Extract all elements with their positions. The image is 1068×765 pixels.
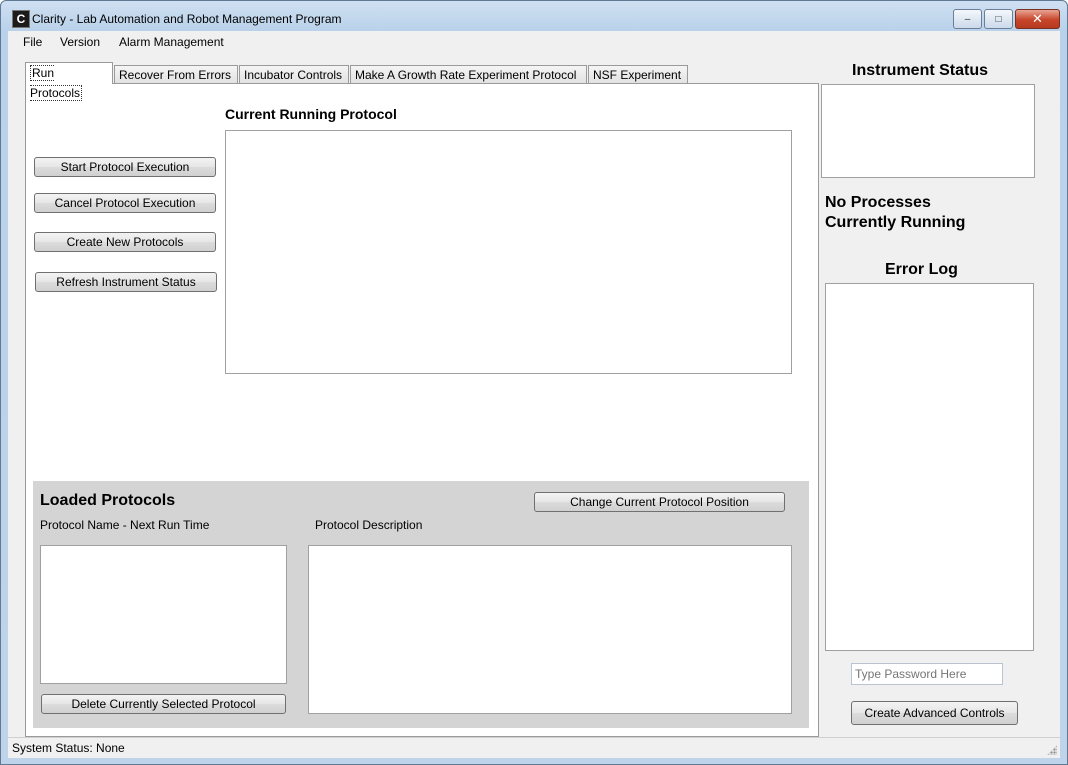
current-running-protocol-box[interactable] xyxy=(225,130,792,374)
loaded-protocols-title: Loaded Protocols xyxy=(40,492,176,509)
protocol-name-list[interactable] xyxy=(40,545,287,684)
error-log-title: Error Log xyxy=(885,261,958,278)
menu-version[interactable]: Version xyxy=(60,35,100,49)
tab-recover-from-errors[interactable]: Recover From Errors xyxy=(114,65,238,83)
create-new-protocols-button[interactable]: Create New Protocols xyxy=(34,232,216,252)
processes-status-line2: Currently Running xyxy=(825,214,966,231)
tab-recover-from-errors-label: Recover From Errors xyxy=(119,68,232,82)
menu-file[interactable]: File xyxy=(23,35,42,49)
minimize-button[interactable]: – xyxy=(953,9,982,29)
close-icon: ✕ xyxy=(1032,11,1043,26)
password-input[interactable] xyxy=(851,663,1003,685)
maximize-icon: □ xyxy=(995,13,1002,25)
tab-nsf-experiment-label: NSF Experiment xyxy=(593,68,682,82)
menu-bar: File Version Alarm Management xyxy=(8,31,1060,53)
client-area: File Version Alarm Management Run Protoc… xyxy=(8,31,1060,758)
menu-alarm-management[interactable]: Alarm Management xyxy=(119,35,224,49)
resize-grip-icon[interactable] xyxy=(1047,745,1057,755)
change-protocol-position-button[interactable]: Change Current Protocol Position xyxy=(534,492,785,512)
cancel-protocol-button[interactable]: Cancel Protocol Execution xyxy=(34,193,216,213)
delete-selected-protocol-button[interactable]: Delete Currently Selected Protocol xyxy=(41,694,286,714)
current-running-protocol-label: Current Running Protocol xyxy=(225,106,397,122)
instrument-status-box xyxy=(821,84,1035,178)
tab-run-protocols[interactable]: Run Protocols xyxy=(25,62,113,101)
start-protocol-button[interactable]: Start Protocol Execution xyxy=(34,157,216,177)
protocol-description-label: Protocol Description xyxy=(315,518,423,532)
protocol-description-box[interactable] xyxy=(308,545,792,714)
tab-growth-rate-experiment-label: Make A Growth Rate Experiment Protocol xyxy=(355,68,577,82)
app-logo-icon: C xyxy=(12,10,30,28)
minimize-icon: – xyxy=(964,13,971,25)
create-advanced-controls-button[interactable]: Create Advanced Controls xyxy=(851,701,1018,725)
window-controls: – □ ✕ xyxy=(951,9,1060,29)
error-log-box[interactable] xyxy=(825,283,1034,651)
maximize-button[interactable]: □ xyxy=(984,9,1013,29)
processes-status-line1: No Processes xyxy=(825,194,931,211)
tab-incubator-controls[interactable]: Incubator Controls xyxy=(239,65,349,83)
refresh-instrument-status-button[interactable]: Refresh Instrument Status xyxy=(35,272,217,292)
close-button[interactable]: ✕ xyxy=(1015,9,1060,29)
tab-growth-rate-experiment[interactable]: Make A Growth Rate Experiment Protocol xyxy=(350,65,587,83)
window-title: Clarity - Lab Automation and Robot Manag… xyxy=(32,12,342,26)
protocol-name-column-label: Protocol Name - Next Run Time xyxy=(40,518,210,532)
tab-incubator-controls-label: Incubator Controls xyxy=(244,68,343,82)
system-status-text: System Status: None xyxy=(12,741,125,755)
tab-run-protocols-label: Run Protocols xyxy=(30,65,83,101)
instrument-status-title: Instrument Status xyxy=(852,62,989,79)
status-bar: System Status: None xyxy=(8,737,1060,758)
app-window: C Clarity - Lab Automation and Robot Man… xyxy=(0,0,1068,765)
tab-nsf-experiment[interactable]: NSF Experiment xyxy=(588,65,688,83)
title-bar[interactable]: C Clarity - Lab Automation and Robot Man… xyxy=(1,1,1067,31)
